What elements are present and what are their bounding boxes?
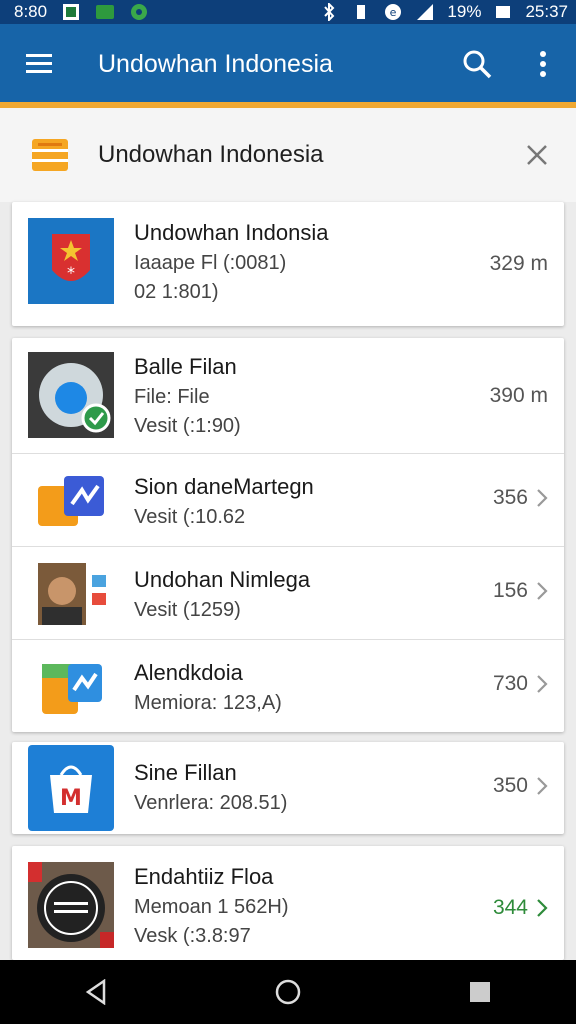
item-value: 344	[493, 896, 548, 920]
list-card: * Undowhan Indonsia Iaaape Fl (:0081) 02…	[12, 202, 564, 326]
item-title: Endahtiiz Floa	[134, 864, 274, 889]
svg-text:e: e	[390, 6, 397, 19]
list-item[interactable]: Endahtiiz Floa Memoan 1 562H) Vesk (:3.8…	[12, 846, 564, 960]
item-value: 350	[493, 774, 548, 798]
battery-icon	[496, 6, 511, 18]
list-item[interactable]: Alendkdoia Memiora: 123,A) 730	[12, 640, 564, 732]
signal-icon	[417, 4, 434, 20]
photo-notification-icon	[63, 4, 80, 20]
item-value: 730	[493, 672, 548, 696]
status-bar: 8:80 e 19% 25:37	[0, 0, 576, 24]
home-button[interactable]	[258, 962, 318, 1022]
status-time: 8:80	[14, 2, 48, 21]
back-triangle-icon	[85, 979, 106, 1005]
list-item[interactable]: M Sine Fillan Venrlera: 208.51) 350	[12, 742, 564, 834]
system-navigation-bar	[0, 960, 576, 1024]
app-thumbnail-badge-icon	[28, 352, 114, 438]
search-icon	[463, 50, 492, 79]
item-value: 356	[493, 486, 548, 510]
data-saver-icon: e	[385, 4, 402, 20]
item-value-text: 156	[492, 579, 528, 602]
item-value: 329 m	[490, 252, 548, 276]
item-title: Sine Fillan	[134, 760, 237, 785]
back-button[interactable]	[66, 962, 126, 1022]
item-value-text: 356	[492, 486, 528, 509]
message-notification-icon	[96, 5, 115, 19]
app-title: Undowhan Indonesia	[98, 49, 333, 78]
list-card: Endahtiiz Floa Memoan 1 562H) Vesk (:3.8…	[12, 846, 564, 960]
item-title: Sion daneMartegn	[134, 474, 314, 499]
app-thumbnail-seal-icon	[28, 862, 114, 948]
recents-square-icon	[470, 982, 490, 1002]
list-item[interactable]: Sion daneMartegn Vesit (:10.62 356	[12, 454, 564, 547]
recents-button[interactable]	[450, 962, 510, 1022]
hamburger-menu-icon	[26, 54, 52, 73]
item-detail: 02 1:801)	[134, 281, 219, 303]
item-detail: Vesit (:1:90)	[134, 415, 241, 437]
banner: Undowhan Indonesia	[0, 108, 576, 202]
close-icon	[527, 145, 547, 165]
item-subtitle: Venrlera: 208.51)	[134, 792, 288, 814]
app-bar: Undowhan Indonesia	[0, 24, 576, 104]
banner-close-button[interactable]	[522, 140, 552, 170]
item-value-text: 329 m	[489, 252, 548, 275]
item-subtitle: Vesit (1259)	[134, 599, 241, 621]
item-value: 390 m	[490, 384, 548, 408]
item-subtitle: Vesit (:10.62	[134, 506, 246, 528]
avatar-photo-icon	[38, 563, 106, 625]
more-vert-icon	[540, 51, 546, 77]
battery-percent: 19%	[447, 2, 482, 21]
chevron-right-icon	[537, 899, 548, 917]
svg-text:*: *	[67, 263, 75, 282]
search-button[interactable]	[444, 24, 510, 104]
item-value: 156	[493, 579, 548, 603]
item-subtitle: Memoan 1 562H)	[134, 896, 289, 918]
item-detail: Vesk (:3.8:97	[134, 925, 251, 947]
chevron-right-icon	[537, 777, 548, 795]
list-item[interactable]: * Undowhan Indonsia Iaaape Fl (:0081) 02…	[12, 202, 564, 326]
vibrate-icon	[357, 5, 366, 19]
app-thumbnail-shield-icon: *	[28, 218, 114, 304]
shopping-bag-icon: M	[28, 745, 114, 831]
chevron-right-icon	[537, 489, 548, 507]
menu-button[interactable]	[0, 24, 80, 104]
app-thumbnail-analytics-icon	[42, 664, 102, 714]
item-title: Undohan Nimlega	[134, 567, 311, 592]
status-clock: 25:37	[525, 2, 568, 21]
app-notification-icon	[131, 4, 148, 20]
app-thumbnail-chart-icon	[38, 476, 104, 526]
item-title: Balle Filan	[134, 354, 237, 379]
item-value-text: 344	[492, 896, 528, 919]
chevron-right-icon	[537, 582, 548, 600]
item-value-text: 350	[492, 774, 528, 797]
archive-icon	[32, 139, 68, 171]
svg-text:M: M	[60, 786, 82, 811]
list-card: M Sine Fillan Venrlera: 208.51) 350	[12, 742, 564, 834]
item-subtitle: Iaaape Fl (:0081)	[134, 252, 287, 274]
item-value-text: 390 m	[489, 384, 548, 407]
list-item[interactable]: Balle Filan File: File Vesit (:1:90) 390…	[12, 338, 564, 454]
list-item[interactable]: Undohan Nimlega Vesit (1259) 156	[12, 547, 564, 640]
item-subtitle: Memiora: 123,A)	[134, 692, 282, 714]
bluetooth-icon	[324, 3, 335, 21]
chevron-right-icon	[537, 675, 548, 693]
overflow-menu-button[interactable]	[510, 24, 576, 104]
item-title: Undowhan Indonsia	[134, 220, 329, 245]
item-subtitle: File: File	[134, 386, 210, 408]
item-title: Alendkdoia	[134, 660, 243, 685]
list-card: Balle Filan File: File Vesit (:1:90) 390…	[12, 338, 564, 732]
home-circle-icon	[275, 979, 301, 1005]
banner-title: Undowhan Indonesia	[98, 141, 324, 168]
item-value-text: 730	[492, 672, 528, 695]
